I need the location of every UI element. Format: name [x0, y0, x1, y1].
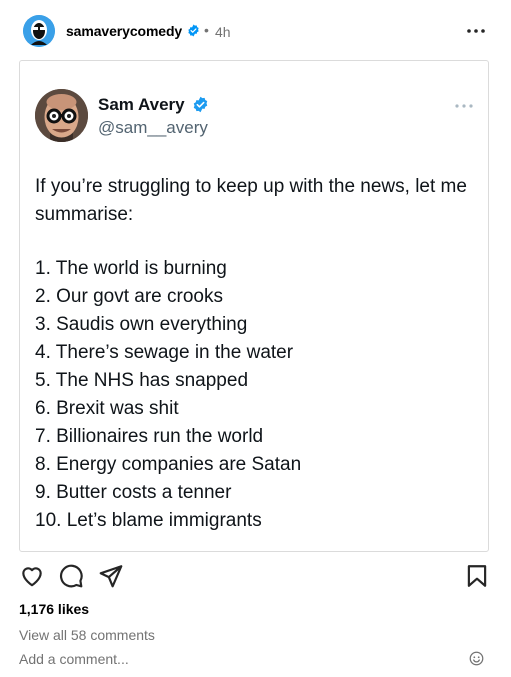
action-bar: [0, 563, 511, 591]
post-username[interactable]: samaverycomedy: [66, 23, 182, 39]
comment-bubble-icon[interactable]: [58, 563, 84, 589]
list-item: 4. There’s sewage in the water: [35, 342, 294, 363]
emoji-smile-icon[interactable]: [469, 651, 484, 666]
separator-dot: •: [204, 22, 209, 38]
profile-avatar[interactable]: [23, 15, 55, 47]
tweet-more-icon: [455, 104, 473, 108]
likes-count[interactable]: 1,176 likes: [19, 601, 89, 617]
tweet-screenshot-card: Sam Avery @sam__avery If you’re struggli…: [19, 60, 489, 552]
list-item: 3. Saudis own everything: [35, 314, 248, 335]
send-paper-plane-icon[interactable]: [98, 563, 124, 589]
list-item: 10. Let’s blame immigrants: [35, 510, 262, 531]
tweet-author-name: Sam Avery: [98, 95, 185, 114]
list-item: 2. Our govt are crooks: [35, 286, 223, 307]
list-item: 9. Butter costs a tenner: [35, 482, 232, 503]
post-header: samaverycomedy • 4h: [0, 0, 511, 62]
heart-icon[interactable]: [19, 563, 45, 589]
tweet-intro-text: If you’re struggling to keep up with the…: [35, 176, 467, 225]
verified-badge-icon: [193, 96, 208, 113]
bookmark-icon[interactable]: [464, 563, 490, 589]
more-options-icon[interactable]: [465, 21, 487, 41]
post-timestamp[interactable]: 4h: [215, 24, 231, 40]
add-comment-input[interactable]: Add a comment...: [19, 651, 129, 667]
list-item: 6. Brexit was shit: [35, 398, 179, 419]
list-item: 5. The NHS has snapped: [35, 370, 249, 391]
list-item: 7. Billionaires run the world: [35, 426, 264, 447]
list-item: 1. The world is burning: [35, 258, 227, 279]
tweet-author-avatar: [35, 89, 88, 142]
tweet-list: 1. The world is burning 2. Our govt are …: [35, 255, 301, 535]
tweet-author-handle: @sam__avery: [98, 118, 208, 137]
list-item: 8. Energy companies are Satan: [35, 454, 302, 475]
view-comments-link[interactable]: View all 58 comments: [19, 627, 155, 643]
verified-badge-icon: [188, 24, 199, 37]
